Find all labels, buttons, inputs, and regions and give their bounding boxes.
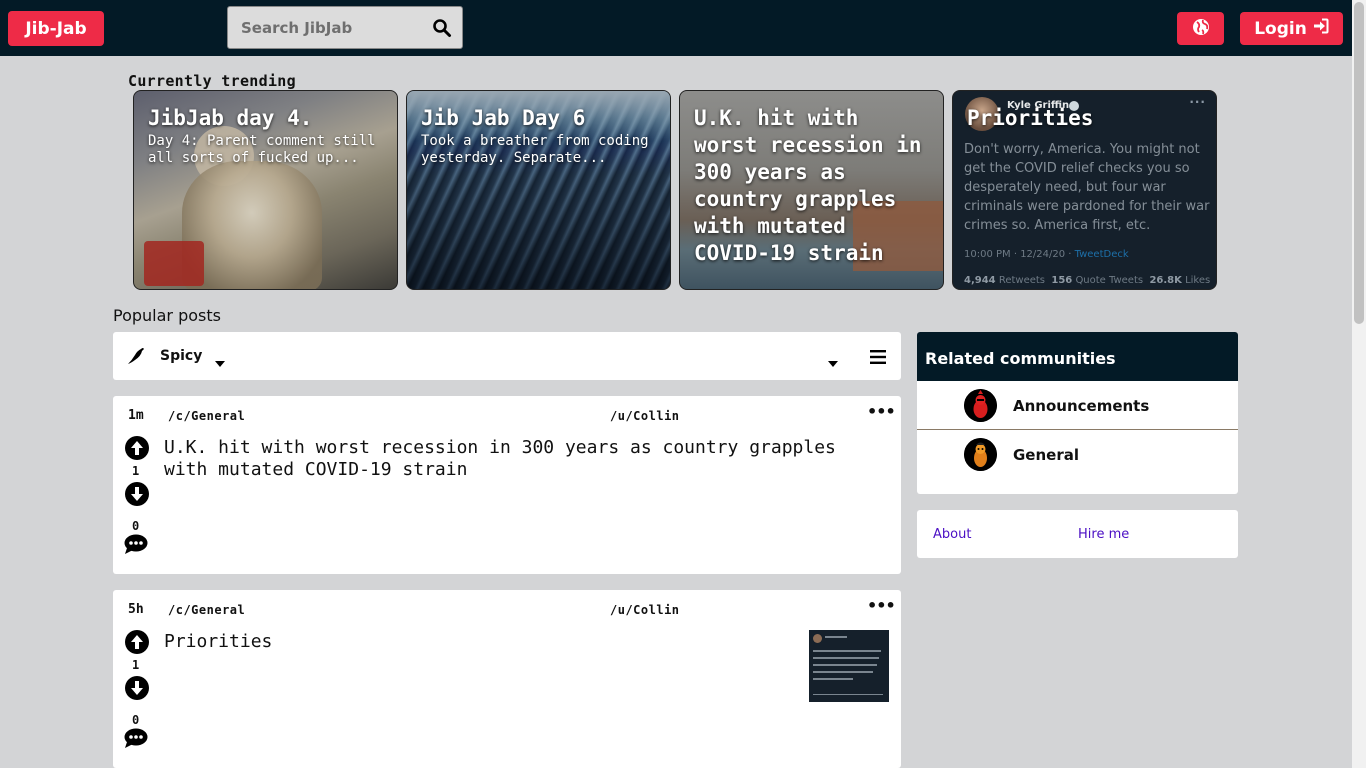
thumbnail-text-line — [813, 657, 879, 659]
trending-card-jibjab-day-4[interactable]: JibJab day 4. Day 4: Parent comment stil… — [133, 90, 398, 290]
tweet-source: TweetDeck — [1074, 249, 1129, 260]
thumbnail-text-line — [825, 636, 847, 638]
card-description: Took a breather from coding yesterday. S… — [421, 133, 649, 166]
post-title[interactable]: Priorities — [164, 631, 844, 653]
tweet-time: 10:00 PM · 12/24/20 · — [964, 249, 1075, 260]
popular-posts-heading: Popular posts — [113, 306, 221, 325]
sort-bar: Spicy — [113, 332, 901, 380]
comment-count: 0 — [132, 713, 140, 727]
card-photo-detail — [144, 241, 204, 286]
card-title: Priorities — [967, 106, 1094, 130]
post-user-link[interactable]: /u/Collin — [610, 603, 680, 617]
card-title: U.K. hit with worst recession in 300 yea… — [694, 106, 922, 265]
comment-count: 0 — [132, 519, 140, 533]
about-link[interactable]: About — [933, 527, 971, 542]
chili-pepper-icon — [126, 346, 146, 370]
search-input[interactable] — [228, 7, 428, 48]
quote-label: Quote Tweets — [1075, 275, 1144, 286]
thumbnail-text-line — [813, 664, 877, 666]
retweet-count: 4,944 — [964, 275, 996, 286]
post-community-link[interactable]: /c/General — [168, 603, 245, 617]
thumbnail-text-line — [813, 650, 881, 652]
page-scrollbar[interactable] — [1352, 0, 1366, 768]
post-age: 5h — [128, 602, 144, 617]
quote-count: 156 — [1051, 275, 1073, 286]
globe-icon — [1192, 18, 1210, 40]
login-button[interactable]: Login — [1240, 12, 1343, 45]
post-title[interactable]: U.K. hit with worst recession in 300 yea… — [164, 437, 844, 481]
comment-icon[interactable] — [123, 533, 149, 559]
downvote-icon[interactable] — [125, 482, 149, 510]
thumbnail-text-line — [813, 678, 853, 680]
tweet-meta: 10:00 PM · 12/24/20 · TweetDeck — [964, 249, 1129, 260]
post-age: 1m — [128, 408, 144, 423]
general-community-icon — [964, 438, 997, 471]
trending-heading: Currently trending — [128, 72, 296, 90]
sort-dropdown-icon[interactable] — [214, 353, 226, 372]
thumbnail-text-line — [813, 671, 873, 673]
post-card[interactable]: 5h /c/General /u/Collin ••• 1 0 Prioriti… — [113, 590, 901, 768]
upvote-icon[interactable] — [125, 436, 149, 464]
related-communities-heading: Related communities — [917, 332, 1238, 381]
search-icon[interactable] — [432, 18, 452, 38]
logo-button[interactable]: Jib-Jab — [8, 11, 104, 46]
thumbnail-text-line — [813, 694, 883, 695]
tweet-stats: 4,944 Retweets 156 Quote Tweets 26.8K Li… — [964, 275, 1210, 286]
trending-card-priorities[interactable]: Kyle Griffin ··· Don't worry, America. Y… — [952, 90, 1217, 290]
post-community-link[interactable]: /c/General — [168, 409, 245, 423]
footer-links-panel: About Hire me — [917, 510, 1238, 558]
hire-me-link[interactable]: Hire me — [1078, 527, 1129, 542]
scrollbar-thumb[interactable] — [1354, 2, 1364, 324]
sign-in-icon — [1313, 18, 1329, 39]
post-card[interactable]: 1m /c/General /u/Collin ••• 1 0 U.K. hit… — [113, 396, 901, 574]
post-options-icon[interactable]: ••• — [867, 402, 896, 421]
comment-icon[interactable] — [123, 727, 149, 753]
trending-card-jib-jab-day-6[interactable]: Jib Jab Day 6 Took a breather from codin… — [406, 90, 671, 290]
like-label: Likes — [1185, 275, 1211, 286]
post-user-link[interactable]: /u/Collin — [610, 409, 680, 423]
like-count: 26.8K — [1149, 275, 1182, 286]
filter-dropdown-icon[interactable] — [827, 353, 839, 372]
post-options-icon[interactable]: ••• — [867, 596, 896, 615]
thumbnail-avatar — [813, 634, 822, 643]
tweet-text: Don't worry, America. You might not get … — [964, 142, 1210, 233]
trending-card-uk-recession[interactable]: U.K. hit with worst recession in 300 yea… — [679, 90, 944, 290]
card-title: Jib Jab Day 6 — [421, 106, 586, 130]
layout-menu-icon[interactable] — [870, 349, 886, 368]
card-title: JibJab day 4. — [148, 106, 313, 130]
downvote-icon[interactable] — [125, 676, 149, 704]
login-label: Login — [1254, 18, 1307, 39]
vote-count: 1 — [132, 464, 140, 478]
language-button[interactable] — [1177, 12, 1224, 45]
vote-count: 1 — [132, 658, 140, 672]
community-item-general[interactable]: General — [917, 430, 1238, 479]
top-navbar: Jib-Jab Login — [0, 0, 1352, 56]
community-item-announcements[interactable]: Announcements — [917, 381, 1238, 430]
community-name[interactable]: Announcements — [1013, 397, 1149, 415]
retweet-label: Retweets — [998, 275, 1046, 286]
announcements-community-icon — [964, 389, 997, 422]
related-communities-panel: Related communities Announcements Genera… — [917, 332, 1238, 494]
sort-label[interactable]: Spicy — [160, 348, 202, 364]
community-name[interactable]: General — [1013, 446, 1079, 464]
upvote-icon[interactable] — [125, 630, 149, 658]
card-description: Day 4: Parent comment still all sorts of… — [148, 133, 376, 166]
post-thumbnail[interactable] — [809, 630, 889, 702]
search-box[interactable] — [227, 6, 463, 49]
